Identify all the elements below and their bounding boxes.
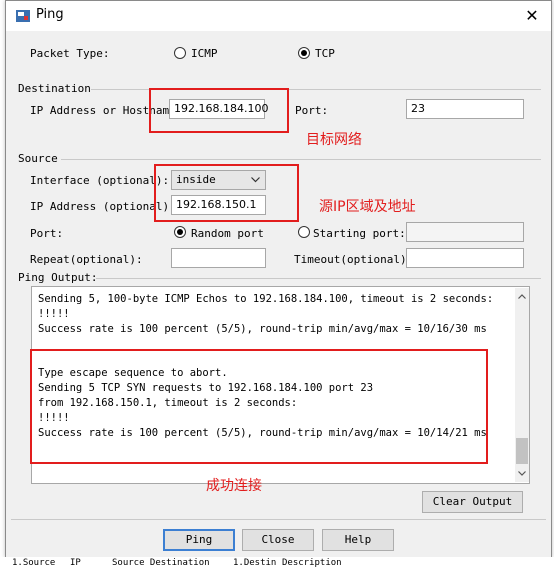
random-port-radio[interactable] bbox=[174, 226, 186, 238]
annotation-box-success bbox=[30, 349, 488, 464]
close-window-icon[interactable]: ✕ bbox=[521, 5, 543, 27]
tcp-label: TCP bbox=[315, 47, 335, 60]
interface-label: Interface (optional): bbox=[30, 174, 170, 187]
timeout-input[interactable] bbox=[406, 248, 524, 268]
starting-port-label: Starting port: bbox=[313, 227, 406, 240]
ping-dialog: Ping ✕ Packet Type: ICMP TCP Destination… bbox=[5, 0, 552, 558]
destination-section-label: Destination bbox=[18, 82, 91, 95]
dest-port-input[interactable]: 23 bbox=[406, 99, 524, 119]
bg-col-destin: 1.Destin bbox=[233, 558, 277, 568]
scroll-up-icon[interactable] bbox=[518, 294, 526, 299]
icmp-label: ICMP bbox=[191, 47, 218, 60]
repeat-label: Repeat(optional): bbox=[30, 253, 143, 266]
scroll-down-icon[interactable] bbox=[518, 471, 526, 476]
annotation-source-ip: 源IP区域及地址 bbox=[319, 199, 416, 215]
title-bar: Ping ✕ bbox=[6, 1, 551, 31]
background-table-header: 1.Source IP Source Destination 1.Destin … bbox=[0, 557, 554, 569]
bg-col-description: Description bbox=[282, 558, 342, 568]
starting-port-radio[interactable] bbox=[298, 226, 310, 238]
clear-output-button[interactable]: Clear Output bbox=[422, 491, 523, 513]
repeat-input[interactable] bbox=[171, 248, 266, 268]
ping-output-label: Ping Output: bbox=[18, 271, 98, 284]
bottom-separator bbox=[11, 519, 546, 520]
output-line: Sending 5, 100-byte ICMP Echos to 192.16… bbox=[38, 293, 494, 305]
scroll-thumb[interactable] bbox=[516, 438, 528, 464]
help-button[interactable]: Help bbox=[322, 529, 394, 551]
starting-port-input[interactable] bbox=[406, 222, 524, 242]
output-line: !!!!! bbox=[38, 308, 70, 320]
packet-type-label: Packet Type: bbox=[30, 47, 110, 60]
bg-col-source-destination: Source Destination bbox=[112, 558, 210, 568]
src-port-label: Port: bbox=[30, 227, 64, 240]
window-title: Ping bbox=[36, 7, 64, 22]
annotation-target-network: 目标网络 bbox=[306, 132, 362, 148]
annotation-success: 成功连接 bbox=[206, 478, 262, 494]
ping-button[interactable]: Ping bbox=[163, 529, 235, 551]
output-line: Success rate is 100 percent (5/5), round… bbox=[38, 323, 487, 335]
tcp-radio[interactable] bbox=[298, 47, 310, 59]
annotation-box-destination bbox=[149, 88, 289, 133]
output-scrollbar[interactable] bbox=[515, 288, 529, 482]
output-separator bbox=[96, 278, 541, 279]
timeout-label: Timeout(optional): bbox=[294, 253, 414, 266]
dest-port-label: Port: bbox=[295, 104, 329, 117]
close-button[interactable]: Close bbox=[242, 529, 314, 551]
source-section-label: Source bbox=[18, 152, 58, 165]
random-port-label: Random port bbox=[191, 227, 264, 240]
icmp-radio[interactable] bbox=[174, 47, 186, 59]
bg-col-source: 1.Source bbox=[12, 558, 56, 568]
source-separator bbox=[61, 159, 541, 160]
ping-app-icon bbox=[16, 10, 30, 22]
annotation-box-source bbox=[154, 164, 299, 222]
bg-col-ip: IP bbox=[70, 558, 81, 568]
